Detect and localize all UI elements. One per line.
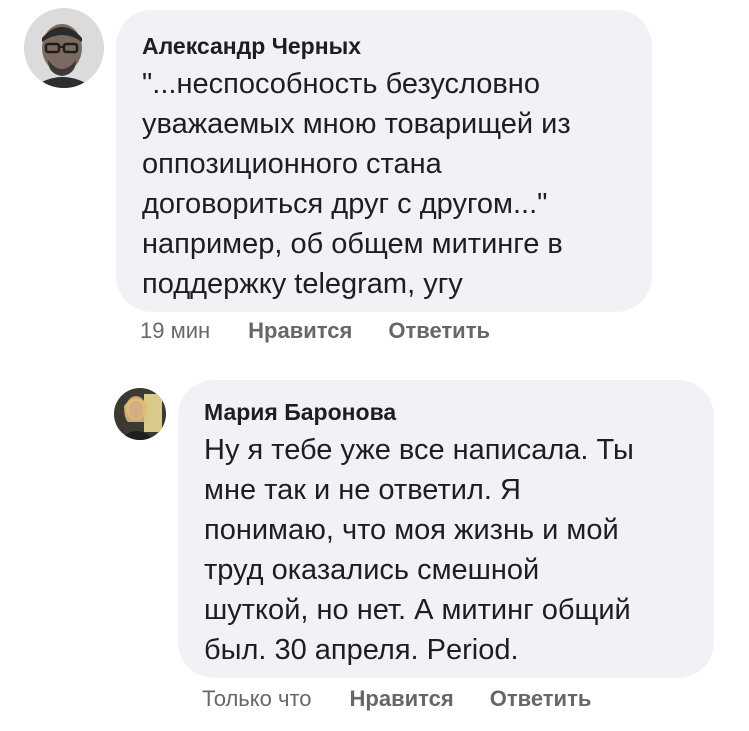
comment-bubble: Александр Черных "...неспособность безус… (116, 10, 652, 312)
avatar[interactable] (114, 388, 166, 440)
comment-author[interactable]: Александр Черных (142, 32, 626, 60)
like-button[interactable]: Нравится (350, 686, 454, 712)
avatar[interactable] (24, 8, 104, 88)
user-photo-icon (24, 8, 104, 88)
reply-button[interactable]: Ответить (388, 318, 490, 344)
comment-timestamp[interactable]: 19 мин (140, 318, 210, 344)
comment-text: Ну я тебе уже все написала. Ты мне так и… (204, 434, 634, 666)
comment-actions: Только что Нравится Ответить (202, 686, 591, 712)
like-button[interactable]: Нравится (248, 318, 352, 344)
reply-button[interactable]: Ответить (490, 686, 592, 712)
comment-author[interactable]: Мария Баронова (204, 398, 688, 426)
comment-text: "...неспособность безусловно уважаемых м… (142, 68, 571, 300)
user-photo-icon (114, 388, 166, 440)
comment-timestamp[interactable]: Только что (202, 686, 312, 712)
comment-actions: 19 мин Нравится Ответить (140, 318, 490, 344)
comment-bubble: Мария Баронова Ну я тебе уже все написал… (178, 380, 714, 678)
